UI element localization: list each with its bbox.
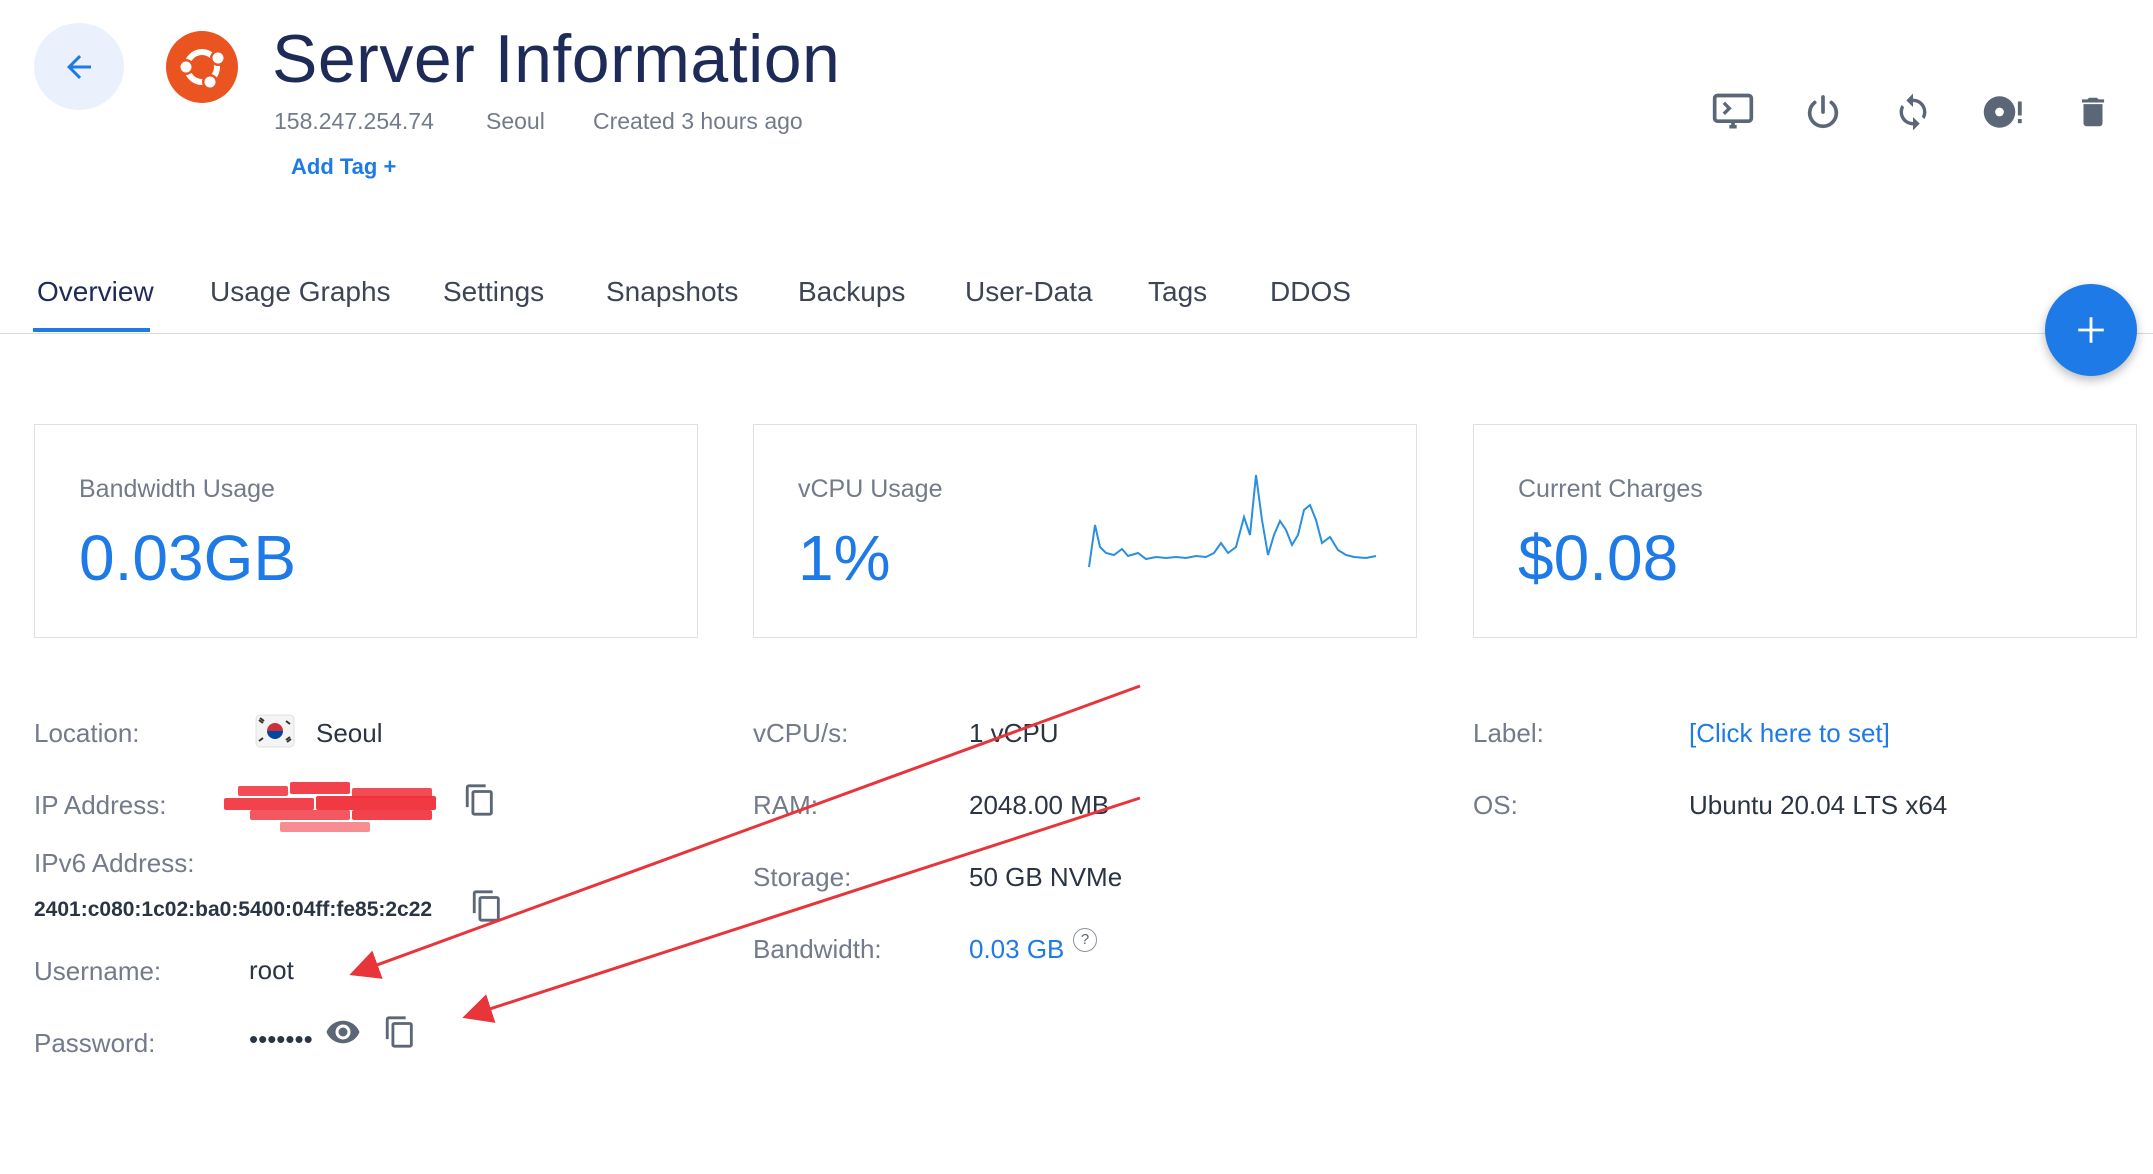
vcpu-card-value: 1% <box>798 522 891 594</box>
copy-password-button[interactable] <box>380 1012 420 1052</box>
console-icon <box>1712 93 1754 129</box>
add-tag-link[interactable]: Add Tag + <box>291 154 396 180</box>
copy-ip-button[interactable] <box>460 780 500 820</box>
annotation-arrow-password <box>462 796 1141 1023</box>
tab-overview[interactable]: Overview <box>37 276 154 308</box>
tab-backups[interactable]: Backups <box>798 276 905 308</box>
copy-icon <box>465 784 493 816</box>
tab-tags[interactable]: Tags <box>1148 276 1207 308</box>
bandwidth-value-link[interactable]: 0.03 GB <box>969 934 1064 965</box>
tab-snapshots[interactable]: Snapshots <box>606 276 738 308</box>
reinstall-button[interactable] <box>1975 84 2031 140</box>
ip-label: IP Address: <box>34 790 167 820</box>
redacted-ip-scribble <box>224 782 436 832</box>
charges-card-value: $0.08 <box>1518 522 1679 594</box>
charges-card-label: Current Charges <box>1518 475 1703 503</box>
ipv6-value: 2401:c080:1c02:ba0:5400:04ff:fe85:2c22 <box>34 898 433 921</box>
show-password-button[interactable] <box>322 1014 364 1050</box>
tab-usage-graphs[interactable]: Usage Graphs <box>210 276 391 308</box>
copy-ipv6-button[interactable] <box>467 886 507 926</box>
trash-icon <box>2081 97 2105 127</box>
ipv6-label: IPv6 Address: <box>34 848 195 878</box>
power-button[interactable] <box>1795 84 1851 140</box>
server-location: Seoul <box>486 108 545 134</box>
os-label: OS: <box>1473 790 1518 820</box>
eye-icon <box>326 1020 360 1044</box>
vcpus-label: vCPU/s: <box>753 718 849 748</box>
power-icon <box>1807 95 1839 129</box>
username-value: root <box>249 955 294 985</box>
vcpus-value: 1 vCPU <box>969 718 1059 748</box>
bandwidth-label: Bandwidth: <box>753 934 882 964</box>
location-label: Location: <box>34 718 140 748</box>
copy-icon <box>385 1016 413 1048</box>
tab-user-data[interactable]: User-Data <box>965 276 1093 308</box>
bandwidth-card-value: 0.03GB <box>79 522 297 594</box>
username-label: Username: <box>34 956 162 986</box>
arrow-left-icon <box>67 54 91 79</box>
password-value: ••••••• <box>249 1024 313 1054</box>
ubuntu-logo-icon <box>166 31 238 103</box>
plus-icon <box>2078 317 2104 343</box>
set-label-link[interactable]: [Click here to set] <box>1689 718 1890 749</box>
vcpu-card: vCPU Usage 1% <box>753 424 1417 638</box>
server-created: Created 3 hours ago <box>593 108 803 134</box>
charges-card: Current Charges $0.08 <box>1473 424 2137 638</box>
os-value: Ubuntu 20.04 LTS x64 <box>1689 790 1948 820</box>
active-tab-indicator <box>33 328 150 332</box>
label-label: Label: <box>1473 718 1544 748</box>
storage-label: Storage: <box>753 862 852 892</box>
bandwidth-card-label: Bandwidth Usage <box>79 475 275 503</box>
server-ip: 158.247.254.74 <box>274 108 434 134</box>
password-label: Password: <box>34 1028 156 1058</box>
bandwidth-help-icon[interactable]: ? <box>1073 928 1097 952</box>
page-title: Server Information <box>272 21 841 97</box>
vcpu-sparkline <box>1088 474 1377 568</box>
bandwidth-card: Bandwidth Usage 0.03GB <box>34 424 698 638</box>
back-button[interactable] <box>34 23 124 110</box>
reinstall-icon <box>1983 96 2022 128</box>
location-value: Seoul <box>316 718 383 748</box>
tabs-divider <box>0 333 2153 334</box>
vcpu-card-label: vCPU Usage <box>798 475 943 503</box>
add-fab-button[interactable] <box>2045 284 2137 376</box>
korea-flag-icon <box>255 714 295 748</box>
restart-button[interactable] <box>1885 84 1941 140</box>
console-button[interactable] <box>1705 84 1761 140</box>
tab-ddos[interactable]: DDOS <box>1270 276 1351 308</box>
copy-icon <box>472 890 500 922</box>
ram-value: 2048.00 MB <box>969 790 1110 820</box>
delete-button[interactable] <box>2065 84 2121 140</box>
ram-label: RAM: <box>753 790 818 820</box>
restart-icon <box>1899 93 1927 131</box>
storage-value: 50 GB NVMe <box>969 862 1123 892</box>
tab-settings[interactable]: Settings <box>443 276 544 308</box>
